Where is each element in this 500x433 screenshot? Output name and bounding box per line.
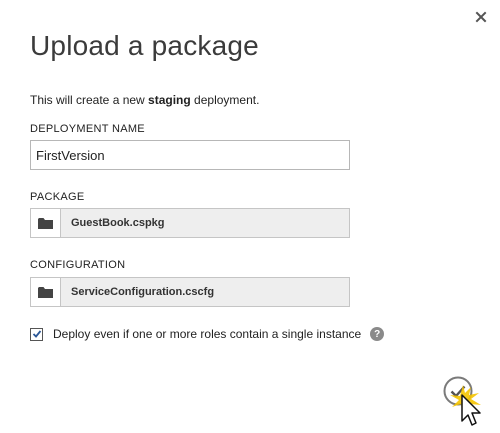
- configuration-label: CONFIGURATION: [30, 259, 126, 271]
- configuration-file-field[interactable]: ServiceConfiguration.cscfg: [30, 277, 350, 307]
- close-button[interactable]: [473, 9, 489, 25]
- configuration-file-name: ServiceConfiguration.cscfg: [71, 286, 215, 298]
- close-icon: [475, 11, 487, 23]
- checkbox-check-icon: [32, 330, 41, 338]
- package-file-name: GuestBook.cspkg: [71, 217, 165, 229]
- package-browse-button[interactable]: [31, 209, 61, 237]
- intro-suffix: deployment.: [190, 93, 260, 107]
- package-file-field[interactable]: GuestBook.cspkg: [30, 208, 350, 238]
- deploy-single-instance-option: Deploy even if one or more roles contain…: [30, 327, 385, 341]
- upload-package-dialog: Upload a package This will create a new …: [0, 0, 500, 433]
- configuration-browse-button[interactable]: [31, 278, 61, 306]
- help-icon[interactable]: ?: [370, 327, 385, 341]
- folder-icon: [38, 287, 53, 298]
- intro-text: This will create a new staging deploymen…: [30, 93, 259, 107]
- deploy-single-instance-checkbox[interactable]: [30, 327, 43, 341]
- intro-prefix: This will create a new: [30, 93, 149, 107]
- deploy-single-instance-label: Deploy even if one or more roles contain…: [53, 327, 362, 341]
- package-label: PACKAGE: [30, 191, 85, 203]
- folder-icon: [38, 218, 53, 229]
- checkmark-icon: [443, 376, 473, 406]
- deployment-name-input[interactable]: [30, 140, 350, 170]
- dialog-title: Upload a package: [30, 30, 259, 61]
- intro-emphasis: staging: [148, 93, 191, 107]
- confirm-button[interactable]: [443, 376, 473, 406]
- deployment-name-label: DEPLOYMENT NAME: [30, 123, 145, 135]
